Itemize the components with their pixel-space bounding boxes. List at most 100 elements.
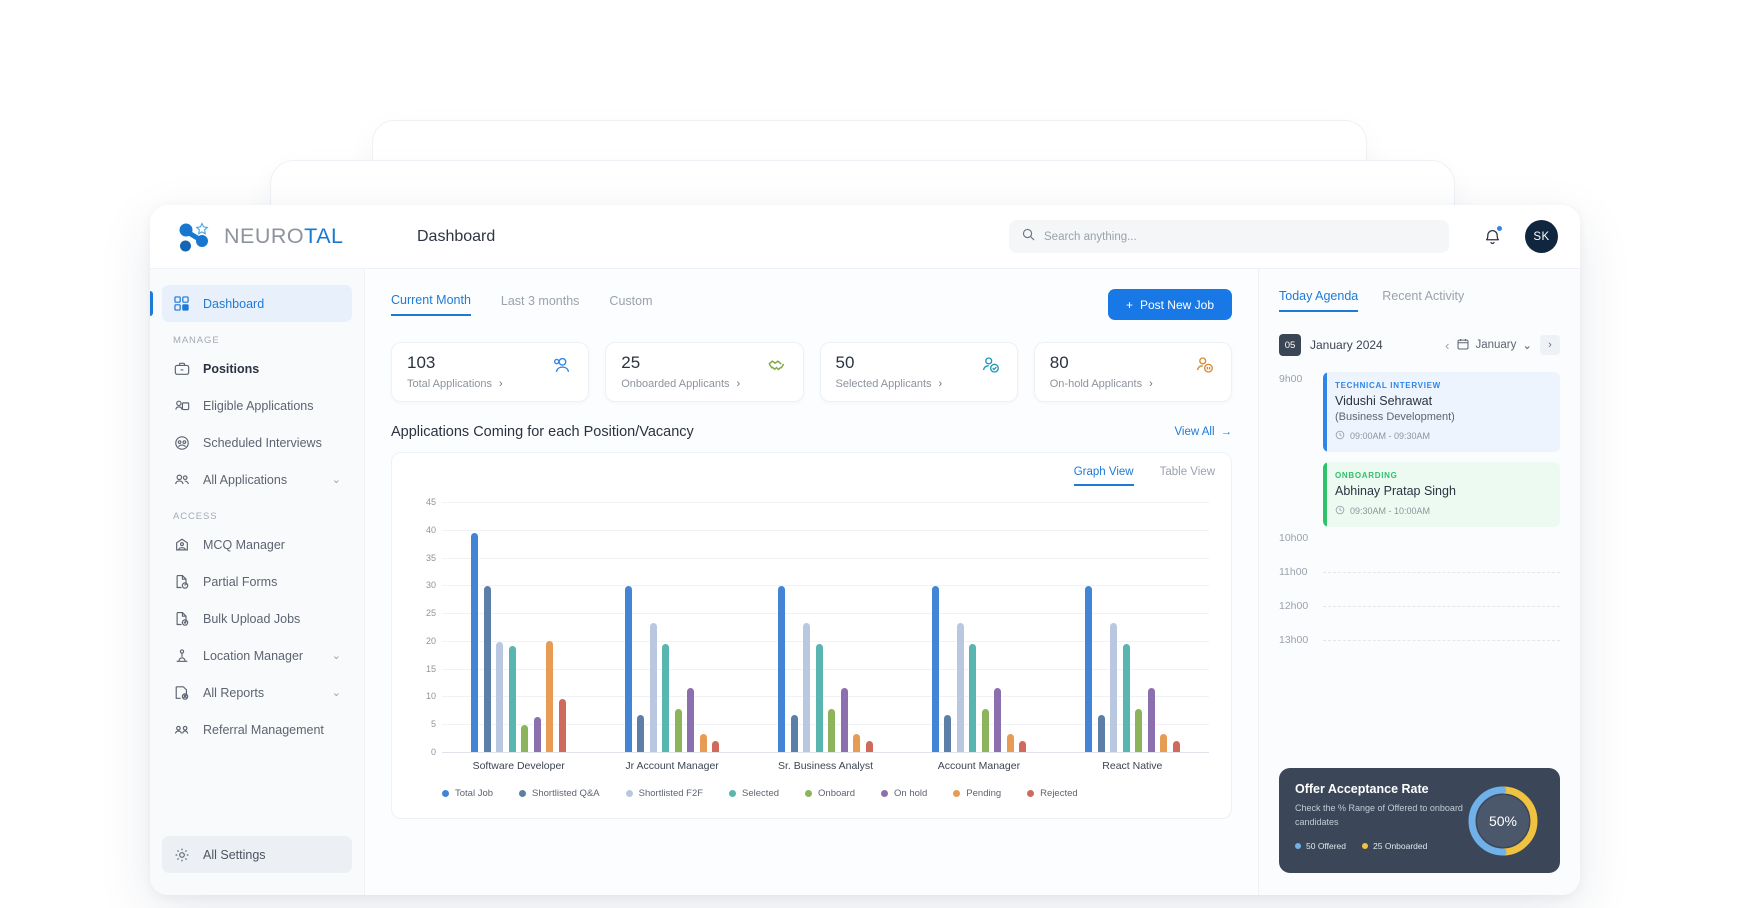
sidebar-item-dashboard[interactable]: Dashboard <box>162 285 352 322</box>
bar[interactable] <box>534 717 541 752</box>
bar[interactable] <box>712 741 719 752</box>
sidebar-item-all-settings[interactable]: All Settings <box>162 836 352 873</box>
offer-donut-chart: 50% <box>1466 784 1540 858</box>
legend-item[interactable]: Total Job <box>442 788 493 799</box>
stat-label: On-hold Applicants <box>1050 378 1142 390</box>
bar[interactable] <box>803 623 810 752</box>
avatar[interactable]: SK <box>1525 220 1558 253</box>
legend-swatch <box>626 790 633 797</box>
view-all-link[interactable]: View All → <box>1174 426 1232 438</box>
bar[interactable] <box>932 586 939 752</box>
legend-item[interactable]: Onboard <box>805 788 855 799</box>
next-month-button[interactable]: › <box>1540 335 1560 355</box>
bar[interactable] <box>650 623 657 752</box>
bar[interactable] <box>816 644 823 752</box>
event-name: Abhinay Pratap Singh <box>1335 484 1548 498</box>
bar[interactable] <box>662 644 669 752</box>
legend-item[interactable]: Shortlisted F2F <box>626 788 703 799</box>
bar[interactable] <box>1173 741 1180 752</box>
clock-icon <box>1335 430 1345 442</box>
bar[interactable] <box>994 688 1001 752</box>
bar[interactable] <box>957 623 964 752</box>
bar[interactable] <box>1098 715 1105 752</box>
agenda-event-onboarding[interactable]: ONBOARDING Abhinay Pratap Singh 09:30AM … <box>1323 462 1560 527</box>
sidebar-item-all-reports[interactable]: All Reports ⌄ <box>162 674 352 711</box>
grid-icon <box>173 295 190 312</box>
bar[interactable] <box>1135 709 1142 752</box>
bar[interactable] <box>471 533 478 752</box>
sidebar-item-location-manager[interactable]: Location Manager ⌄ <box>162 637 352 674</box>
agenda-event-technical-interview[interactable]: TECHNICAL INTERVIEW Vidushi Sehrawat (Bu… <box>1323 372 1560 452</box>
bar[interactable] <box>866 741 873 752</box>
stat-card-onboarded-applicants[interactable]: 25 Onboarded Applicants › <box>605 342 803 402</box>
legend-item[interactable]: Shortlisted Q&A <box>519 788 600 799</box>
legend-item[interactable]: Selected <box>729 788 779 799</box>
sidebar-item-all-applications[interactable]: All Applications ⌄ <box>162 461 352 498</box>
bar[interactable] <box>1110 623 1117 752</box>
month-select[interactable]: January ⌄ <box>1457 338 1532 353</box>
sidebar-item-bulk-upload-jobs[interactable]: Bulk Upload Jobs <box>162 600 352 637</box>
stat-card-on-hold-applicants[interactable]: 80 On-hold Applicants › <box>1034 342 1232 402</box>
search-input[interactable] <box>1044 231 1436 243</box>
x-axis-tick: Account Manager <box>902 760 1055 772</box>
day-badge: 05 <box>1279 334 1301 356</box>
tab-custom[interactable]: Custom <box>609 294 652 315</box>
sidebar-item-referral-management[interactable]: Referral Management <box>162 711 352 748</box>
bar[interactable] <box>521 725 528 752</box>
bar[interactable] <box>675 709 682 752</box>
bar[interactable] <box>637 715 644 752</box>
bar[interactable] <box>1148 688 1155 752</box>
sidebar-item-positions[interactable]: Positions <box>162 350 352 387</box>
prev-month-button[interactable]: ‹ <box>1445 338 1449 353</box>
brand-logo[interactable]: NEUROTAL <box>176 220 391 254</box>
legend-item[interactable]: On hold <box>881 788 927 799</box>
sidebar-item-label: All Settings <box>203 848 266 862</box>
sidebar-item-scheduled-interviews[interactable]: Scheduled Interviews <box>162 424 352 461</box>
bar[interactable] <box>944 715 951 752</box>
bar[interactable] <box>559 699 566 752</box>
legend-label-offered: 50 Offered <box>1306 841 1346 851</box>
bar[interactable] <box>778 586 785 752</box>
tab-recent-activity[interactable]: Recent Activity <box>1382 289 1464 312</box>
bar-group <box>595 502 748 752</box>
stat-card-selected-applicants[interactable]: 50 Selected Applicants › <box>820 342 1018 402</box>
y-axis-tick: 45 <box>416 497 436 507</box>
tab-last-3-months[interactable]: Last 3 months <box>501 294 580 315</box>
users-icon <box>173 471 190 488</box>
bar[interactable] <box>1123 644 1130 752</box>
bar[interactable] <box>791 715 798 752</box>
bar[interactable] <box>982 709 989 752</box>
tab-table-view[interactable]: Table View <box>1160 466 1215 486</box>
legend-item[interactable]: Pending <box>953 788 1001 799</box>
sidebar-item-mcq-manager[interactable]: MCQ Manager <box>162 526 352 563</box>
tab-today-agenda[interactable]: Today Agenda <box>1279 289 1358 312</box>
bar[interactable] <box>828 709 835 752</box>
bar[interactable] <box>1085 586 1092 752</box>
search-box[interactable] <box>1009 220 1449 253</box>
bar[interactable] <box>969 644 976 752</box>
bar[interactable] <box>496 642 503 752</box>
sidebar-item-eligible-applications[interactable]: Eligible Applications <box>162 387 352 424</box>
bar[interactable] <box>853 734 860 752</box>
bar[interactable] <box>625 586 632 752</box>
bar[interactable] <box>1019 741 1026 752</box>
notifications-button[interactable] <box>1475 220 1509 254</box>
tab-current-month[interactable]: Current Month <box>391 293 471 316</box>
legend-swatch <box>953 790 960 797</box>
bar[interactable] <box>484 586 491 752</box>
bar[interactable] <box>700 734 707 752</box>
sidebar-item-partial-forms[interactable]: Partial Forms <box>162 563 352 600</box>
bar[interactable] <box>509 646 516 752</box>
stat-card-total-applications[interactable]: 103 Total Applications › <box>391 342 589 402</box>
briefcase-icon <box>173 360 190 377</box>
chevron-down-icon: ⌄ <box>332 649 341 662</box>
bar[interactable] <box>546 641 553 752</box>
bar[interactable] <box>1160 734 1167 752</box>
bar[interactable] <box>687 688 694 752</box>
bar[interactable] <box>841 688 848 752</box>
legend-label: Rejected <box>1040 788 1078 799</box>
legend-item[interactable]: Rejected <box>1027 788 1078 799</box>
post-new-job-button[interactable]: + Post New Job <box>1108 289 1232 320</box>
bar[interactable] <box>1007 734 1014 752</box>
tab-graph-view[interactable]: Graph View <box>1074 466 1134 486</box>
